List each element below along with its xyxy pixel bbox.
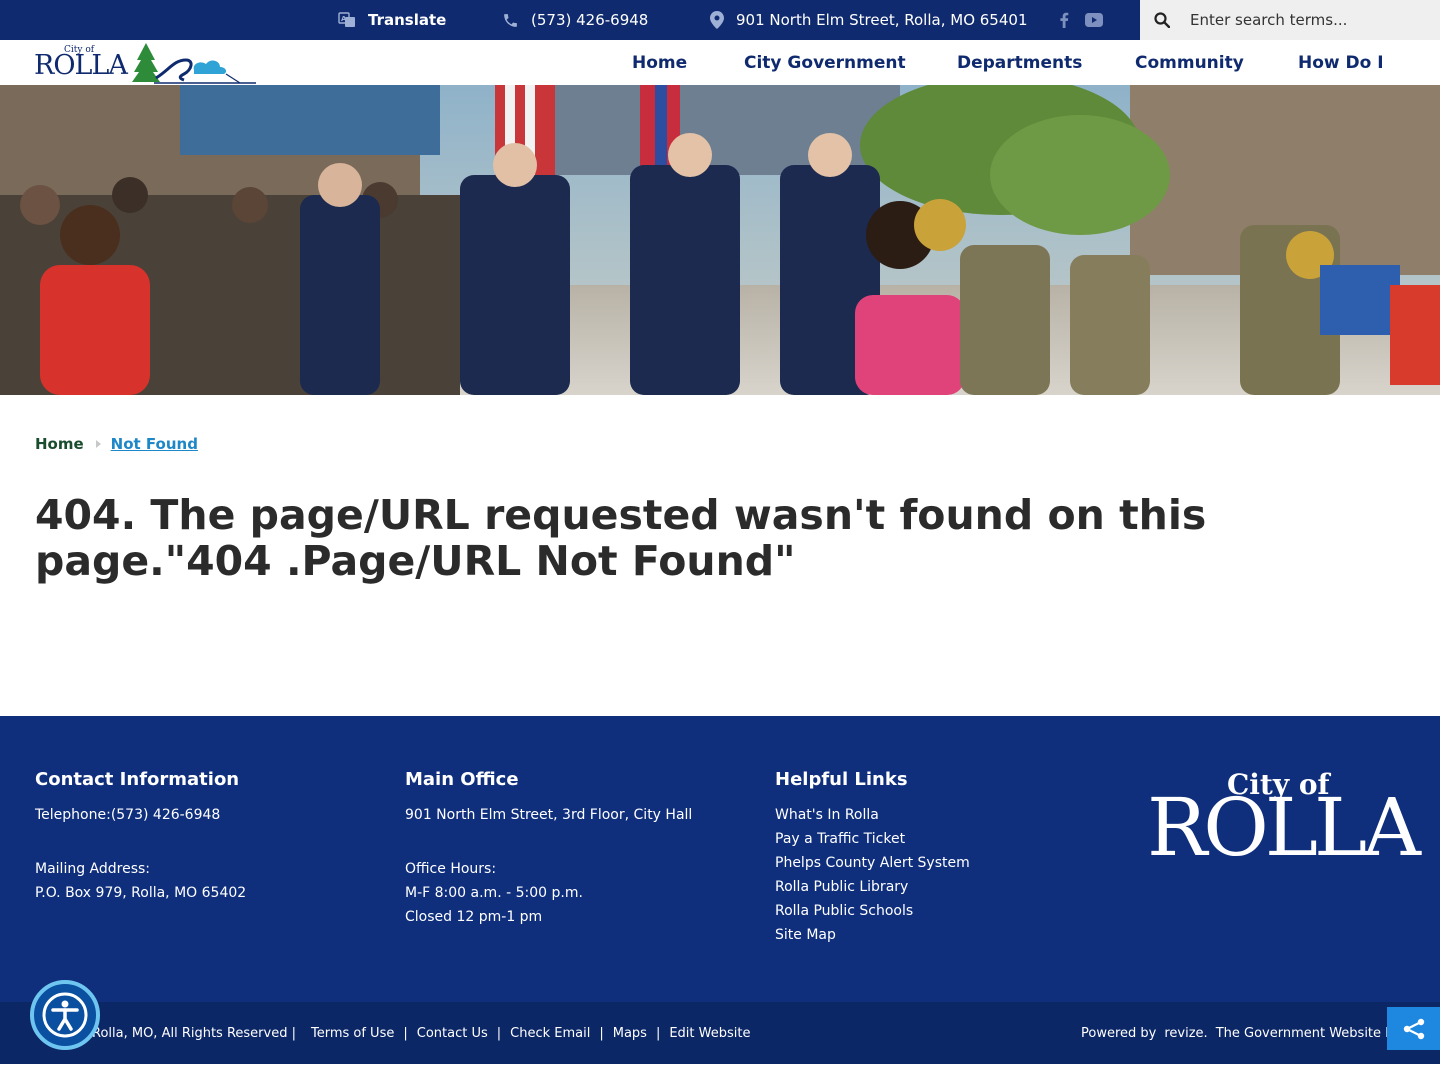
youtube-link[interactable] xyxy=(1084,10,1104,30)
nav-how-do-i-link[interactable]: How Do I xyxy=(1298,53,1384,73)
edit-website-link[interactable]: Edit Website xyxy=(669,1026,750,1041)
breadcrumb: Home Not Found xyxy=(35,433,198,455)
footer-closed: Closed 12 pm-1 pm xyxy=(405,909,543,925)
location-pin-icon xyxy=(710,11,724,29)
footer-link-pay-traffic-ticket[interactable]: Pay a Traffic Ticket xyxy=(775,827,970,851)
svg-text:A: A xyxy=(341,15,347,23)
youtube-icon xyxy=(1085,13,1103,27)
maps-link[interactable]: Maps xyxy=(613,1026,647,1041)
footer-main-office-heading: Main Office xyxy=(405,769,519,790)
accessibility-button[interactable] xyxy=(30,980,100,1050)
footer-mailing-label: Mailing Address: xyxy=(35,861,151,877)
footer-city-logo[interactable]: City of ROLLA xyxy=(1147,768,1421,878)
phone-icon xyxy=(504,13,517,27)
footer-link-public-schools[interactable]: Rolla Public Schools xyxy=(775,899,970,923)
footer-link-whats-in-rolla[interactable]: What's In Rolla xyxy=(775,803,970,827)
nav-city-government-link[interactable]: City Government xyxy=(744,53,906,73)
address-text: 901 North Elm Street, Rolla, MO 65401 xyxy=(736,11,1028,29)
translate-label: Translate xyxy=(368,11,447,29)
terms-of-use-link[interactable]: Terms of Use xyxy=(311,1026,394,1041)
search-box xyxy=(1140,0,1440,40)
nav-departments-link[interactable]: Departments xyxy=(957,53,1082,73)
nav-community-link[interactable]: Community xyxy=(1135,53,1244,73)
accessibility-icon xyxy=(42,992,88,1038)
breadcrumb-home[interactable]: Home xyxy=(35,435,84,453)
nav-community[interactable]: Community xyxy=(1135,40,1244,85)
footer-hours-label: Office Hours: xyxy=(405,861,497,877)
bottom-bar: Rolla, MO, All Rights Reserved | Terms o… xyxy=(0,1002,1440,1064)
search-input[interactable] xyxy=(1190,11,1420,29)
hero-banner-image xyxy=(0,85,1440,395)
copyright-text: Rolla, MO, All Rights Reserved | xyxy=(92,1025,296,1041)
contact-us-link[interactable]: Contact Us xyxy=(417,1026,488,1041)
facebook-link[interactable] xyxy=(1054,10,1074,30)
breadcrumb-separator-icon xyxy=(95,440,101,448)
facebook-icon xyxy=(1060,12,1069,28)
footer-contact-heading: Contact Information xyxy=(35,769,240,790)
nav-city-government[interactable]: City Government xyxy=(744,40,906,85)
nav-how-do-i[interactable]: How Do I xyxy=(1298,40,1384,85)
nav-home[interactable]: Home xyxy=(632,40,687,85)
nav-home-link[interactable]: Home xyxy=(632,53,687,73)
page-title: 404. The page/URL requested wasn't found… xyxy=(35,491,1207,585)
logo-rolla: ROLLA xyxy=(34,50,128,81)
footer-link-site-map[interactable]: Site Map xyxy=(775,923,970,947)
footer-hours: M-F 8:00 a.m. - 5:00 p.m. xyxy=(405,885,583,901)
top-utility-bar: A Translate (573) 426-6948 901 North Elm… xyxy=(0,0,1440,40)
footer-office-address: 901 North Elm Street, 3rd Floor, City Ha… xyxy=(405,807,693,823)
footer-mailing-address: P.O. Box 979, Rolla, MO 65402 xyxy=(35,885,247,901)
translate-button[interactable]: A Translate xyxy=(338,0,446,40)
footer-telephone[interactable]: Telephone:(573) 426-6948 xyxy=(35,803,246,827)
share-icon xyxy=(1403,1018,1424,1039)
phone-link[interactable]: (573) 426-6948 xyxy=(502,0,648,40)
footer-helpful-links-heading: Helpful Links xyxy=(775,769,908,790)
footer-link-alert-system[interactable]: Phelps County Alert System xyxy=(775,851,970,875)
breadcrumb-current[interactable]: Not Found xyxy=(111,435,198,453)
footer-link-public-library[interactable]: Rolla Public Library xyxy=(775,875,970,899)
city-logo[interactable]: City of ROLLA xyxy=(34,40,258,85)
phone-number: (573) 426-6948 xyxy=(531,11,649,29)
footer-contact-column: Contact Information Telephone:(573) 426-… xyxy=(35,769,246,905)
footer-helpful-links-column: Helpful Links What's In Rolla Pay a Traf… xyxy=(775,769,970,947)
address-link[interactable]: 901 North Elm Street, Rolla, MO 65401 xyxy=(710,0,1027,40)
share-button[interactable] xyxy=(1387,1007,1440,1050)
bottom-bar-links: Rolla, MO, All Rights Reserved | Terms o… xyxy=(92,1025,751,1041)
footer: Contact Information Telephone:(573) 426-… xyxy=(0,716,1440,1002)
revize-tagline: The Government Website Experts xyxy=(1215,1025,1387,1041)
powered-by-label: Powered by xyxy=(1081,1025,1157,1041)
revize-logo: revize. xyxy=(1164,1025,1208,1041)
main-header: City of ROLLA Home City Government Depar… xyxy=(0,40,1440,85)
footer-logo-rolla: ROLLA xyxy=(1147,781,1421,874)
powered-by[interactable]: Powered by revize. The Government Websit… xyxy=(1081,1002,1387,1064)
check-email-link[interactable]: Check Email xyxy=(510,1026,590,1041)
page-bottom-strip xyxy=(0,1064,1440,1080)
translate-icon: A xyxy=(338,12,355,27)
footer-main-office-column: Main Office 901 North Elm Street, 3rd Fl… xyxy=(405,769,692,929)
search-icon[interactable] xyxy=(1154,12,1170,28)
nav-departments[interactable]: Departments xyxy=(957,40,1082,85)
